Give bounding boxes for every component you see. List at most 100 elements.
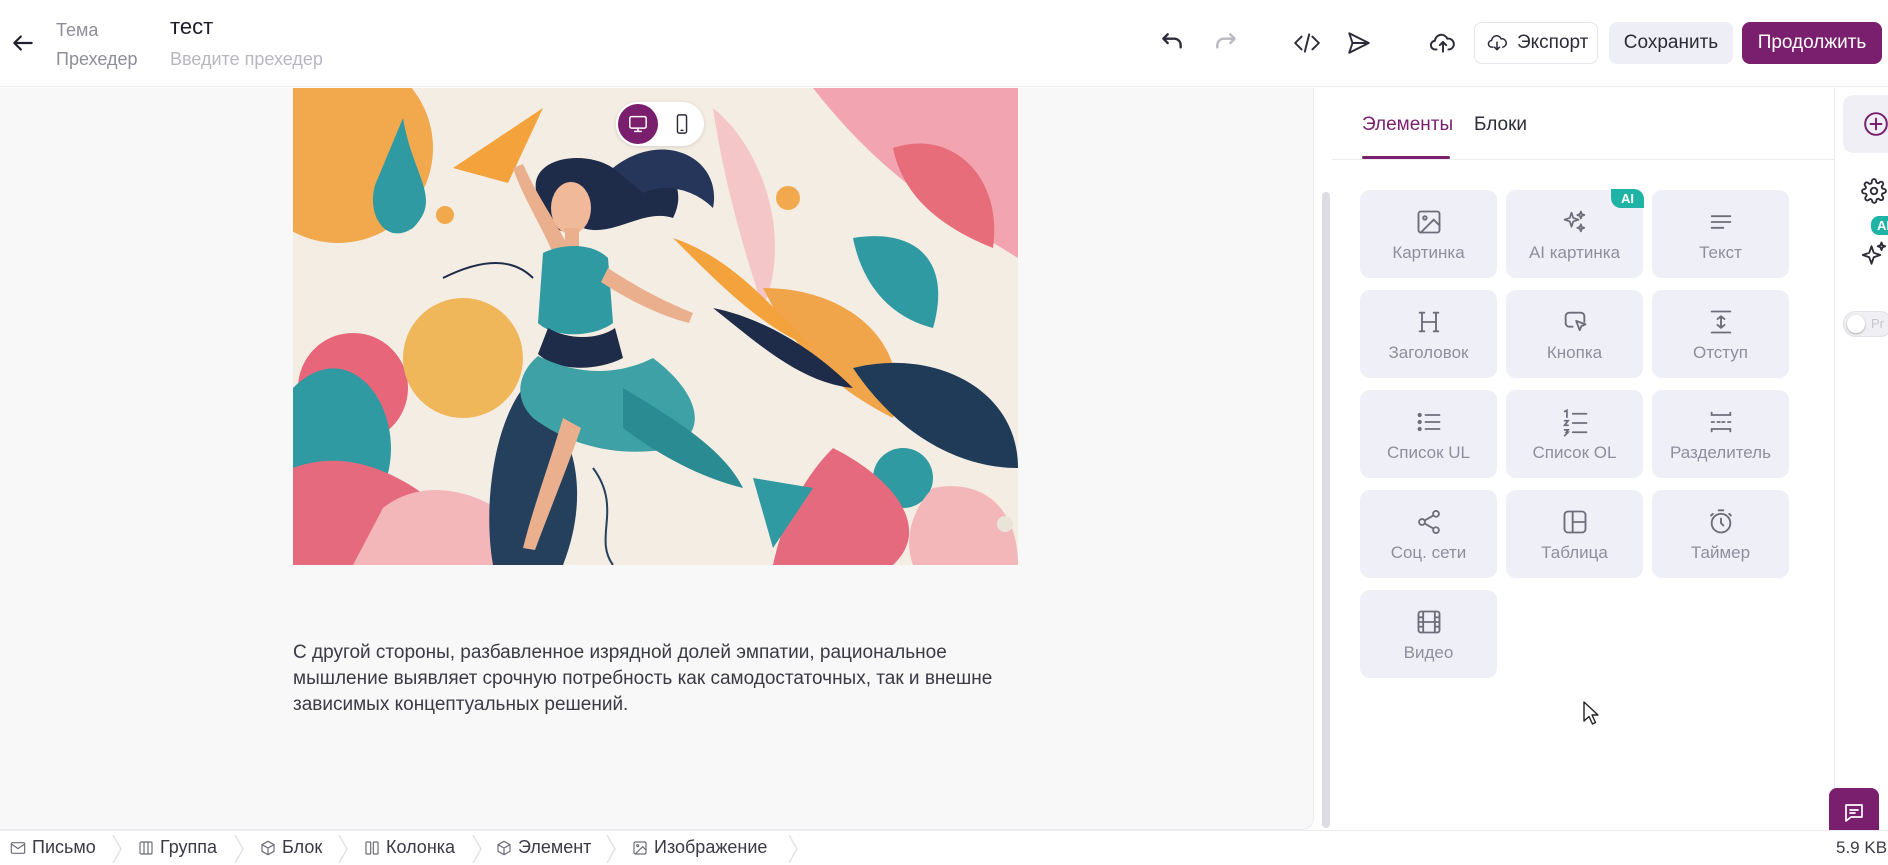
element-tile-text[interactable]: Текст: [1652, 190, 1789, 278]
upload-cloud-icon[interactable]: [1428, 28, 1458, 58]
side-toolbar: AI Pr: [1834, 88, 1888, 830]
plus-circle-icon: [1863, 111, 1888, 137]
heading-icon: [1415, 308, 1443, 336]
preview-toggle[interactable]: Pr: [1843, 311, 1888, 337]
spacer-icon: [1707, 308, 1735, 336]
export-button[interactable]: Экспорт: [1474, 22, 1598, 64]
element-tile-label: Отступ: [1692, 343, 1748, 362]
chevron-right-icon: [338, 835, 348, 863]
ai-badge: AI: [1871, 216, 1888, 235]
save-button[interactable]: Сохранить: [1609, 22, 1733, 64]
text-icon: [1707, 208, 1735, 236]
element-tile-spacer[interactable]: Отступ: [1652, 290, 1789, 378]
breadcrumb-item-image[interactable]: Изображение: [632, 837, 767, 858]
subject-input[interactable]: [170, 12, 570, 42]
cube-icon: [496, 840, 512, 856]
back-arrow-icon[interactable]: [10, 30, 36, 56]
panel-tabs: Элементы Блоки: [1332, 88, 1834, 160]
redo-icon[interactable]: [1211, 28, 1241, 58]
timer-icon: [1707, 508, 1735, 536]
breadcrumb-item-block[interactable]: Блок: [260, 837, 322, 858]
element-tile-heading[interactable]: Заголовок: [1360, 290, 1497, 378]
tab-elements[interactable]: Элементы: [1362, 114, 1453, 136]
element-tile-ai-image[interactable]: AI AI картинка: [1506, 189, 1644, 278]
element-tile-button[interactable]: Кнопка: [1506, 290, 1643, 378]
breadcrumb-item-column[interactable]: Колонка: [364, 837, 455, 858]
email-size-label: 5.9 KB: [1836, 838, 1888, 857]
element-tile-label: Список UL: [1386, 443, 1471, 462]
gear-icon[interactable]: [1861, 178, 1887, 204]
send-icon[interactable]: [1344, 28, 1374, 58]
breadcrumb-label: Изображение: [654, 837, 768, 857]
element-tile-label: AI картинка: [1528, 243, 1621, 262]
chat-icon: [1842, 801, 1866, 825]
share-icon: [1415, 508, 1443, 536]
cloud-download-icon: [1487, 33, 1507, 53]
mail-icon: [10, 840, 26, 856]
ai-sparkle-icon[interactable]: [1859, 240, 1888, 270]
top-bar: Тема Прехедер Экспорт Сохранить Продолжи…: [0, 0, 1888, 87]
element-tile-label: Кнопка: [1546, 343, 1603, 362]
element-tile-table[interactable]: Таблица: [1506, 490, 1643, 578]
image-icon: [632, 840, 648, 856]
sparkles-icon: [1561, 208, 1589, 236]
columns-group-icon: [138, 840, 154, 856]
continue-button[interactable]: Продолжить: [1742, 22, 1882, 64]
subject-label: Тема: [56, 20, 99, 40]
element-tile-image[interactable]: Картинка: [1360, 190, 1497, 278]
body-text[interactable]: С другой стороны, разбавленное изрядной …: [293, 640, 1013, 718]
breadcrumb-label: Письмо: [32, 837, 96, 857]
code-icon[interactable]: [1292, 28, 1322, 58]
tab-blocks[interactable]: Блоки: [1474, 114, 1527, 136]
element-tile-social[interactable]: Соц. сети: [1360, 490, 1497, 578]
breadcrumb-item-letter[interactable]: Письмо: [10, 837, 96, 858]
breadcrumb-label: Колонка: [386, 837, 456, 857]
table-icon: [1561, 508, 1589, 536]
undo-icon[interactable]: [1157, 28, 1187, 58]
element-tile-video[interactable]: Видео: [1360, 590, 1497, 678]
breadcrumb-label: Элемент: [518, 837, 592, 857]
element-tile-label: Видео: [1403, 643, 1454, 662]
element-tile-divider[interactable]: Разделитель: [1652, 390, 1789, 478]
preheader-label: Прехедер: [56, 49, 138, 69]
add-element-button[interactable]: [1843, 95, 1888, 153]
element-tile-label: Соц. сети: [1390, 543, 1467, 562]
toggle-knob: [1847, 315, 1865, 333]
meta-labels: Тема Прехедер: [56, 16, 138, 74]
device-toggle: [616, 102, 704, 146]
toggle-label: Pr: [1871, 316, 1884, 331]
chevron-right-icon: [112, 835, 122, 863]
chevron-right-icon: [472, 835, 482, 863]
element-tile-label: Таймер: [1690, 543, 1751, 562]
column-icon: [364, 840, 380, 856]
breadcrumb: Письмо Группа Блок Колонка Элемент Изобр…: [0, 830, 1888, 865]
preheader-input[interactable]: [170, 44, 570, 74]
breadcrumb-label: Блок: [282, 837, 323, 857]
chevron-right-icon: [788, 835, 798, 863]
element-tile-label: Картинка: [1392, 243, 1465, 262]
desktop-view-icon[interactable]: [618, 104, 658, 144]
image-icon: [1415, 208, 1443, 236]
list-ul-icon: [1415, 408, 1443, 436]
elements-panel: Элементы Блоки Картинка AI AI картинка Т…: [1332, 88, 1834, 830]
cube-icon: [260, 840, 276, 856]
element-tile-label: Текст: [1699, 243, 1742, 262]
active-tab-indicator: [1362, 156, 1450, 159]
element-tile-label: Таблица: [1541, 543, 1608, 562]
hero-image[interactable]: [293, 88, 1018, 565]
breadcrumb-item-element[interactable]: Элемент: [496, 837, 591, 858]
element-tile-label: Разделитель: [1670, 443, 1771, 462]
editor-scrollbar[interactable]: [1322, 192, 1330, 828]
breadcrumb-label: Группа: [160, 837, 218, 857]
element-tile-list-ol[interactable]: Список OL: [1506, 390, 1643, 478]
divider-icon: [1707, 408, 1735, 436]
breadcrumb-item-group[interactable]: Группа: [138, 837, 217, 858]
mobile-view-icon[interactable]: [662, 104, 702, 144]
element-tile-timer[interactable]: Таймер: [1652, 490, 1789, 578]
meta-values: [170, 12, 570, 75]
list-ol-icon: [1561, 408, 1589, 438]
mouse-cursor-icon: [1582, 700, 1600, 726]
chevron-right-icon: [606, 835, 616, 863]
element-tile-list-ul[interactable]: Список UL: [1360, 390, 1497, 478]
element-tile-label: Заголовок: [1388, 343, 1469, 362]
